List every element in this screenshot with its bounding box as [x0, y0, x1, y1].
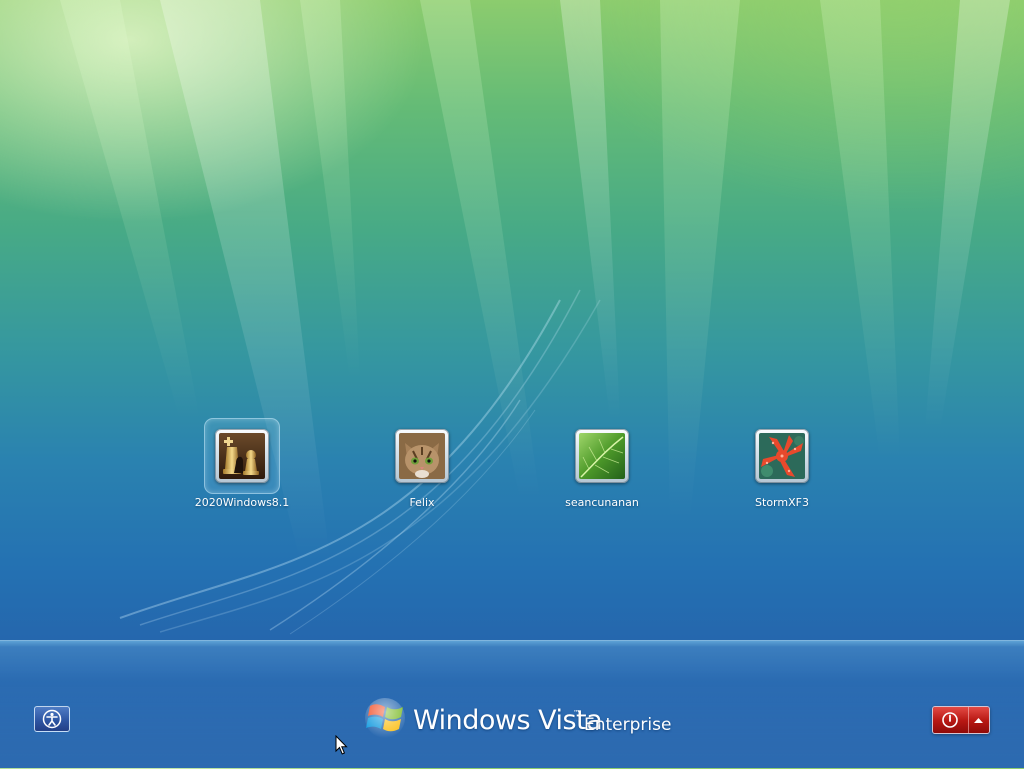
user-name: StormXF3 [755, 496, 809, 509]
user-picture-frame [215, 429, 269, 483]
red-starfish-icon [759, 433, 805, 479]
chess-pieces-icon [219, 433, 265, 479]
user-name: 2020Windows8.1 [194, 496, 290, 509]
up-arrow-icon [974, 717, 984, 723]
background-light-rays [60, 0, 1010, 635]
shutdown-control [932, 706, 990, 734]
user-tile-felix[interactable]: Felix [362, 418, 482, 518]
windows-vista-branding: Windows Vista ™ Enterprise [364, 696, 671, 744]
user-name: Felix [409, 496, 435, 509]
shut-down-button[interactable] [933, 707, 969, 733]
shutdown-options-button[interactable] [968, 707, 989, 733]
kitten-icon [399, 433, 445, 479]
ease-of-access-button[interactable] [34, 706, 70, 732]
logon-screen: { "users": [ {"name": "2020Windows8.1", … [0, 0, 1024, 769]
user-tile-seancunanan[interactable]: seancunanan [542, 418, 662, 518]
windows-flag-icon [365, 698, 405, 738]
user-tile-2020windows8-1[interactable]: 2020Windows8.1 [182, 418, 302, 518]
mouse-pointer-icon [335, 735, 348, 755]
trademark-symbol: ™ [573, 709, 580, 717]
selection-highlight [204, 418, 280, 494]
power-icon [942, 712, 959, 728]
green-leaf-icon [579, 433, 625, 479]
user-picture-frame [575, 429, 629, 483]
user-name: seancunanan [565, 496, 639, 509]
ease-of-access-icon [42, 709, 62, 729]
user-picture-frame [755, 429, 809, 483]
product-edition: Enterprise [584, 715, 672, 735]
user-picture-frame [395, 429, 449, 483]
user-tile-stormxf3[interactable]: StormXF3 [722, 418, 842, 518]
